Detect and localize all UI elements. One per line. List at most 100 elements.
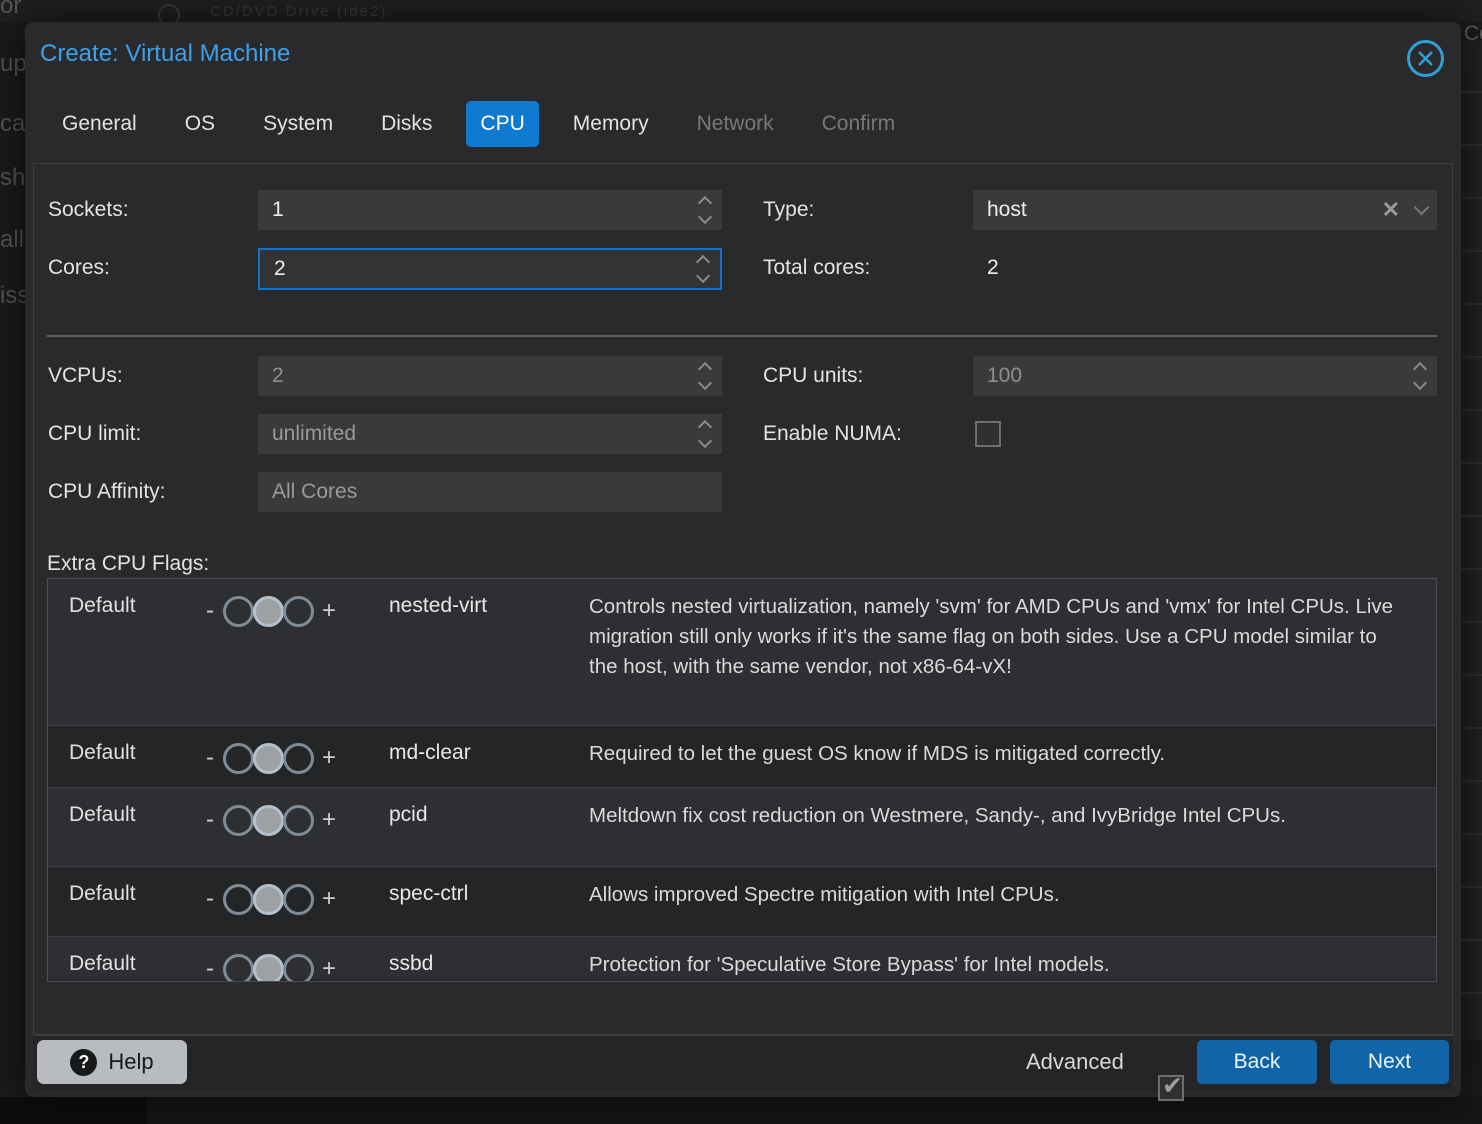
flag-row-pcid: Default - + pcid Meltdown fix cost reduc…: [48, 788, 1436, 867]
tab-cpu[interactable]: CPU: [466, 101, 538, 147]
slider-on-dot[interactable]: [283, 596, 314, 627]
spin-up-icon[interactable]: [696, 255, 710, 269]
flag-state: Default: [69, 880, 206, 936]
slider-off-dot[interactable]: [223, 596, 254, 627]
flag-state: Default: [69, 739, 206, 787]
minus-icon[interactable]: -: [206, 806, 214, 834]
cpu-limit-field[interactable]: unlimited: [258, 414, 722, 454]
flag-name: ssbd: [389, 950, 589, 982]
sockets-spinner[interactable]: [700, 198, 710, 222]
background-fragment: all: [0, 226, 24, 254]
background-fragment: up: [0, 50, 27, 78]
back-button[interactable]: Back: [1197, 1040, 1317, 1084]
question-mark-icon: ?: [70, 1049, 97, 1076]
sockets-field[interactable]: 1: [258, 190, 722, 230]
background-fragment: ca: [0, 110, 25, 138]
cores-spinner[interactable]: [698, 257, 708, 281]
slider-on-dot[interactable]: [283, 884, 314, 915]
cpu-flags-table: Default - + nested-virt Controls nested …: [47, 578, 1437, 982]
total-cores-label: Total cores:: [763, 248, 870, 288]
background-fragment: sh: [0, 164, 25, 192]
chevron-down-icon[interactable]: [1414, 200, 1430, 216]
minus-icon[interactable]: -: [206, 744, 214, 772]
flag-description: Controls nested virtualization, namely '…: [589, 592, 1416, 725]
vcpus-value: 2: [272, 364, 284, 387]
slider-off-dot[interactable]: [223, 884, 254, 915]
flag-row-ssbd: Default - + ssbd Protection for 'Specula…: [48, 937, 1436, 979]
slider-on-dot[interactable]: [283, 954, 314, 983]
slider-default-dot[interactable]: [253, 954, 284, 983]
spin-down-icon: [1413, 376, 1427, 390]
cpu-affinity-field[interactable]: All Cores: [258, 472, 722, 512]
cpu-units-label: CPU units:: [763, 356, 863, 396]
flag-description: Protection for 'Speculative Store Bypass…: [589, 950, 1416, 982]
plus-icon[interactable]: +: [322, 806, 336, 834]
tab-disks[interactable]: Disks: [367, 101, 446, 147]
flag-tristate-slider[interactable]: - +: [206, 592, 389, 630]
flag-row-spec-ctrl: Default - + spec-ctrl Allows improved Sp…: [48, 867, 1436, 937]
tab-memory[interactable]: Memory: [559, 101, 663, 147]
type-combobox[interactable]: host ✕: [973, 190, 1437, 230]
flag-state: Default: [69, 801, 206, 866]
background-bottom-panel: [0, 1097, 147, 1124]
slider-off-dot[interactable]: [223, 954, 254, 983]
vcpus-label: VCPUs:: [48, 356, 123, 396]
background-drive-text: CD/DVD Drive (ide2): [210, 3, 387, 20]
slider-default-dot[interactable]: [253, 743, 284, 774]
plus-icon[interactable]: +: [322, 744, 336, 772]
plus-icon[interactable]: +: [322, 885, 336, 913]
cpu-affinity-label: CPU Affinity:: [48, 472, 166, 512]
slider-on-dot[interactable]: [283, 743, 314, 774]
flag-tristate-slider[interactable]: - +: [206, 950, 389, 982]
background-fragment: or: [0, 0, 21, 20]
flag-tristate-slider[interactable]: - +: [206, 739, 389, 777]
flag-tristate-slider[interactable]: - +: [206, 801, 389, 839]
slider-on-dot[interactable]: [283, 805, 314, 836]
tab-os[interactable]: OS: [171, 101, 229, 147]
type-label: Type:: [763, 190, 814, 230]
minus-icon[interactable]: -: [206, 885, 214, 913]
spin-up-icon: [698, 362, 712, 376]
vcpus-field: 2: [258, 356, 722, 396]
cpu-units-spinner: [1415, 364, 1425, 388]
spin-down-icon[interactable]: [698, 210, 712, 224]
minus-icon[interactable]: -: [206, 955, 214, 982]
plus-icon[interactable]: +: [322, 955, 336, 982]
flag-name: pcid: [389, 801, 589, 866]
spin-up-icon[interactable]: [698, 420, 712, 434]
flag-name: md-clear: [389, 739, 589, 787]
extra-cpu-flags-label: Extra CPU Flags:: [47, 552, 209, 576]
help-button[interactable]: ? Help: [37, 1040, 187, 1084]
enable-numa-checkbox[interactable]: [975, 421, 1001, 447]
tab-general[interactable]: General: [48, 101, 151, 147]
cores-field[interactable]: 2: [258, 248, 722, 290]
flag-name: nested-virt: [389, 592, 589, 725]
slider-default-dot[interactable]: [253, 596, 284, 627]
cpu-affinity-placeholder: All Cores: [272, 480, 357, 503]
slider-default-dot[interactable]: [253, 805, 284, 836]
flag-state: Default: [69, 950, 206, 982]
vcpus-spinner: [700, 364, 710, 388]
flag-name: spec-ctrl: [389, 880, 589, 936]
clear-icon[interactable]: ✕: [1382, 199, 1400, 221]
sockets-label: Sockets:: [48, 190, 129, 230]
section-divider: [47, 335, 1437, 337]
slider-off-dot[interactable]: [223, 805, 254, 836]
minus-icon[interactable]: -: [206, 597, 214, 625]
background-right-fragment: Co: [1464, 22, 1482, 46]
plus-icon[interactable]: +: [322, 597, 336, 625]
slider-off-dot[interactable]: [223, 743, 254, 774]
spin-down-icon[interactable]: [698, 434, 712, 448]
spin-down-icon[interactable]: [696, 269, 710, 283]
advanced-checkbox[interactable]: [1158, 1075, 1184, 1101]
tab-system[interactable]: System: [249, 101, 347, 147]
slider-default-dot[interactable]: [253, 884, 284, 915]
cpu-limit-spinner[interactable]: [700, 422, 710, 446]
spin-up-icon[interactable]: [698, 196, 712, 210]
close-icon[interactable]: [1407, 40, 1444, 77]
flag-tristate-slider[interactable]: - +: [206, 880, 389, 918]
next-button[interactable]: Next: [1330, 1040, 1449, 1084]
advanced-label: Advanced: [1026, 1040, 1124, 1084]
flag-row-md-clear: Default - + md-clear Required to let the…: [48, 726, 1436, 788]
create-vm-dialog: Create: Virtual Machine General OS Syste…: [25, 22, 1461, 1097]
